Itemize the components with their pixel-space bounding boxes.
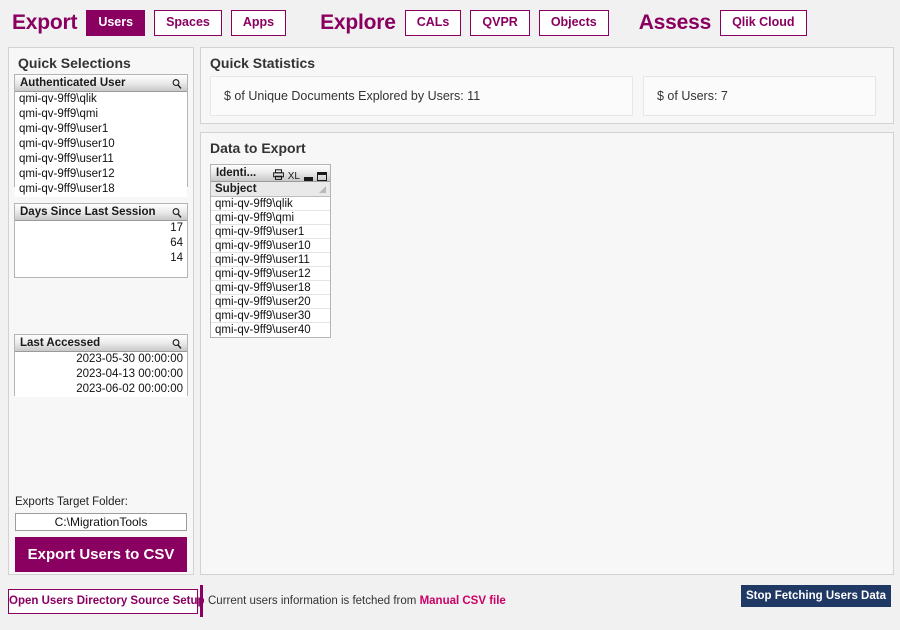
list-item[interactable]: qmi-qv-9ff9\user12 — [211, 267, 330, 281]
listbox-body-authenticated-user[interactable]: qmi-qv-9ff9\qlik qmi-qv-9ff9\qmi qmi-qv-9f… — [15, 92, 187, 197]
list-item[interactable]: qmi-qv-9ff9\user12 — [15, 167, 187, 182]
nav-title-assess: Assess — [638, 11, 712, 34]
list-item[interactable]: qmi-qv-9ff9\qmi — [211, 211, 330, 225]
exports-target-folder-label: Exports Target Folder: — [15, 496, 128, 508]
excel-export-icon[interactable]: XL — [288, 171, 300, 182]
nav-title-export: Export — [12, 11, 78, 34]
list-item[interactable]: 2023-05-30 00:00:00 — [15, 352, 187, 367]
nav-group-export: Export Users Spaces Apps — [12, 10, 287, 36]
table-column-header[interactable]: Subject — [211, 182, 330, 197]
list-item[interactable]: 2023-04-13 00:00:00 — [15, 367, 187, 382]
table-column-header-label: Subject — [215, 183, 257, 195]
list-item[interactable]: qmi-qv-9ff9\qlik — [15, 92, 187, 107]
magnifier-icon[interactable] — [171, 337, 183, 349]
app-root: Export Users Spaces Apps Explore CALs QV… — [0, 0, 900, 630]
listbox-authenticated-user[interactable]: Authenticated User qmi-qv-9ff9\qlik qmi-q… — [14, 74, 188, 197]
stat-number-of-users: $ of Users: 7 — [643, 76, 876, 116]
nav-group-assess: Assess Qlik Cloud — [639, 10, 807, 36]
listbox-body-days-since-last-session[interactable]: 17 64 14 — [15, 221, 187, 266]
list-item[interactable]: 64 — [15, 236, 187, 251]
list-item[interactable]: 2023-06-02 00:00:00 — [15, 382, 187, 397]
list-item[interactable]: qmi-qv-9ff9\user18 — [211, 281, 330, 295]
quick-statistics-title: Quick Statistics — [210, 55, 316, 71]
footer-accent-stripe — [200, 585, 203, 617]
listbox-header-last-accessed: Last Accessed — [15, 335, 187, 352]
listbox-header-days-since-last-session: Days Since Last Session — [15, 204, 187, 221]
list-item[interactable]: qmi-qv-9ff9\user11 — [15, 152, 187, 167]
magnifier-icon[interactable] — [171, 77, 183, 89]
list-item[interactable]: qmi-qv-9ff9\qmi — [15, 107, 187, 122]
nav-button-users[interactable]: Users — [86, 10, 146, 36]
table-body[interactable]: qmi-qv-9ff9\qlik qmi-qv-9ff9\qmi qmi-qv-9f… — [211, 197, 330, 337]
nav-button-apps[interactable]: Apps — [230, 10, 287, 36]
open-users-directory-source-setup-button[interactable]: Open Users Directory Source Setup — [8, 589, 205, 614]
footer-status-text: Current users information is fetched fro… — [208, 595, 506, 607]
minimize-icon[interactable] — [304, 176, 313, 181]
sort-ascending-icon[interactable] — [319, 186, 326, 193]
stat-unique-documents-explored: $ of Unique Documents Explored by Users:… — [210, 76, 633, 116]
nav-button-cals[interactable]: CALs — [404, 10, 462, 36]
list-item[interactable]: 14 — [15, 251, 187, 266]
list-item[interactable]: qmi-qv-9ff9\user1 — [211, 225, 330, 239]
list-item[interactable]: qmi-qv-9ff9\user10 — [211, 239, 330, 253]
footer-status-prefix: Current users information is fetched fro… — [208, 595, 420, 607]
listbox-days-since-last-session[interactable]: Days Since Last Session 17 64 14 — [14, 203, 188, 278]
nav-button-qvpr[interactable]: QVPR — [470, 10, 530, 36]
stop-fetching-users-data-button[interactable]: Stop Fetching Users Data — [741, 585, 891, 607]
quick-selections-title: Quick Selections — [18, 55, 131, 71]
quick-statistics-panel: Quick Statistics $ of Unique Documents E… — [200, 47, 894, 124]
list-item[interactable]: qmi-qv-9ff9\user1 — [15, 122, 187, 137]
maximize-icon[interactable] — [317, 171, 327, 181]
quick-statistics-row: $ of Unique Documents Explored by Users:… — [210, 76, 884, 116]
list-item[interactable]: qmi-qv-9ff9\qlik — [211, 197, 330, 211]
list-item[interactable]: qmi-qv-9ff9\user30 — [211, 309, 330, 323]
data-to-export-panel: Data to Export Identi... XL Subject qmi-… — [200, 132, 894, 575]
listbox-header-authenticated-user: Authenticated User — [15, 75, 187, 92]
list-item[interactable]: qmi-qv-9ff9\user40 — [211, 323, 330, 337]
list-item[interactable]: qmi-qv-9ff9\user10 — [15, 137, 187, 152]
quick-selections-panel: Quick Selections Authenticated User qmi-… — [8, 47, 194, 575]
exports-target-folder-input[interactable] — [15, 513, 187, 531]
table-caption-bar: Identi... XL — [211, 165, 330, 182]
list-item[interactable]: 17 — [15, 221, 187, 236]
footer-source-link[interactable]: Manual CSV file — [420, 595, 506, 607]
data-to-export-title: Data to Export — [210, 140, 306, 156]
magnifier-icon[interactable] — [171, 206, 183, 218]
nav-title-explore: Explore — [320, 11, 396, 34]
list-item[interactable]: qmi-qv-9ff9\user20 — [211, 295, 330, 309]
list-item[interactable]: qmi-qv-9ff9\user11 — [211, 253, 330, 267]
list-item[interactable]: qmi-qv-9ff9\user18 — [15, 182, 187, 197]
nav-button-spaces[interactable]: Spaces — [154, 10, 222, 36]
listbox-header-label: Days Since Last Session — [20, 206, 156, 218]
data-to-export-table[interactable]: Identi... XL Subject qmi-qv-9ff9\qlik qm… — [210, 164, 331, 338]
footer-bar: Current users information is fetched fro… — [200, 585, 894, 619]
listbox-header-label: Last Accessed — [20, 337, 101, 349]
top-navigation-bar: Export Users Spaces Apps Explore CALs QV… — [0, 0, 900, 46]
table-caption-label: Identi... — [216, 167, 257, 179]
listbox-body-last-accessed[interactable]: 2023-05-30 00:00:00 2023-04-13 00:00:00 20… — [15, 352, 187, 397]
export-users-to-csv-button[interactable]: Export Users to CSV — [15, 537, 187, 572]
nav-button-objects[interactable]: Objects — [538, 10, 609, 36]
nav-button-qlik-cloud[interactable]: Qlik Cloud — [720, 10, 807, 36]
nav-group-explore: Explore CALs QVPR Objects — [320, 10, 609, 36]
listbox-header-label: Authenticated User — [20, 77, 126, 89]
listbox-last-accessed[interactable]: Last Accessed 2023-05-30 00:00:00 2023-04… — [14, 334, 188, 397]
